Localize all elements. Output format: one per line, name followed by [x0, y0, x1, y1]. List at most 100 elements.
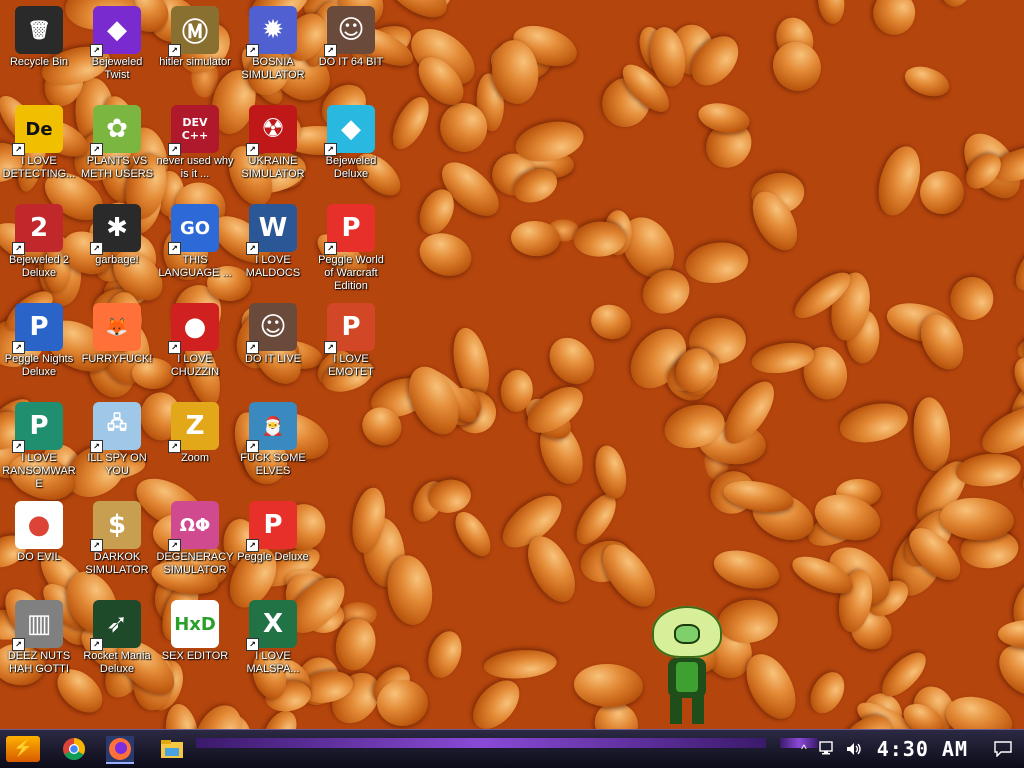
desktop-icon-label: hitler simulator: [159, 56, 231, 68]
wallpaper-bean: [377, 679, 429, 727]
powerpoint-icon: P ↗: [324, 303, 375, 354]
desktop-icon[interactable]: Ⓜ ↗ hitler simulator: [156, 6, 234, 69]
desktop-icon-label: DEGENERACY SIMULATOR: [156, 551, 234, 576]
desktop-icon[interactable]: 🦊 FURRYFUCK!: [78, 303, 156, 366]
taskbar-file-explorer-button[interactable]: [158, 736, 186, 762]
excel-icon: X ↗: [246, 600, 297, 651]
desktop-icon[interactable]: 2 ↗ Bejeweled 2 Deluxe: [0, 204, 78, 280]
fruit-icon: ΩΦ ↗: [168, 501, 219, 552]
shortcut-arrow-icon: ↗: [246, 242, 259, 255]
desktop-icon[interactable]: ΩΦ ↗ DEGENERACY SIMULATOR: [156, 501, 234, 577]
desktop-icon-label: garbage!: [95, 254, 139, 266]
tray-overflow-button[interactable]: ^: [801, 742, 807, 756]
shortcut-arrow-icon: ↗: [90, 440, 103, 453]
clock[interactable]: 4:30 AM: [877, 737, 968, 761]
chuzzle-icon: ● ↗: [168, 303, 219, 354]
word-icon: W ↗: [246, 204, 297, 255]
desktop-icon[interactable]: ✹ ↗ BOSNIA SIMULATOR: [234, 6, 312, 82]
desktop-icon-label: Recycle Bin: [9, 56, 69, 68]
desktop-icon[interactable]: ➶ ↗ Rocket Mania Deluxe: [78, 600, 156, 676]
wallpaper-bean: [909, 395, 954, 474]
desktop-icon[interactable]: $ ↗ DARKOK SIMULATOR: [78, 501, 156, 577]
radiation-icon: ☢ ↗: [246, 105, 297, 156]
shortcut-arrow-icon: ↗: [90, 242, 103, 255]
shortcut-arrow-icon: ↗: [168, 341, 181, 354]
shortcut-arrow-icon: ↗: [90, 143, 103, 156]
desktop-icon[interactable]: ◆ ↗ Bejeweled Deluxe: [312, 105, 390, 181]
desktop-icon-label: I LOVE MALSPA...: [246, 650, 300, 675]
wallpaper-bean: [587, 300, 636, 345]
wallpaper-bean: [482, 647, 558, 682]
desktop-icon[interactable]: ✿ ↗ PLANTS VS METH USERS: [78, 105, 156, 181]
desktop-icon[interactable]: P ↗ Peggle Deluxe: [234, 501, 312, 564]
desktop-icon[interactable]: ☺ ↗ DO IT 64 BIT: [312, 6, 390, 69]
desktop-icon[interactable]: Z ↗ Zoom: [156, 402, 234, 465]
wallpaper-bean: [835, 397, 912, 449]
start-button[interactable]: ⚡: [6, 736, 40, 762]
shortcut-arrow-icon: ↗: [246, 44, 259, 57]
wallpaper-bean: [464, 671, 529, 737]
desktop-icon-label: I LOVE EMOTET: [328, 353, 374, 378]
shortcut-arrow-icon: ↗: [168, 539, 181, 552]
desktop-icon[interactable]: ● DO EVIL: [0, 501, 78, 564]
wallpaper-bean: [1007, 230, 1024, 299]
wallpaper-bean: [573, 662, 645, 709]
desktop-icon[interactable]: ▥ ↗ DEEZ NUTS HAH GOTTI: [0, 600, 78, 676]
network-icon: 🖧 ↗: [90, 402, 141, 453]
desktop-icon-label: I LOVE MALDOCS: [245, 254, 301, 279]
wallpaper-bean: [997, 619, 1024, 648]
desktop-icon[interactable]: P ↗ I LOVE RANSOMWARE: [0, 402, 78, 491]
desktop-icon[interactable]: ☢ ↗ UKRAINE SIMULATOR: [234, 105, 312, 181]
shortcut-arrow-icon: ↗: [324, 44, 337, 57]
desktop-icon[interactable]: HxD SEX EDITOR: [156, 600, 234, 663]
detect-it-easy-icon: De ↗: [12, 105, 63, 156]
desktop-icon-label: I LOVE DETECTING...: [2, 155, 76, 180]
shortcut-arrow-icon: ↗: [12, 638, 25, 651]
notification-icon[interactable]: [994, 741, 1012, 757]
desktop-icon-label: DO IT LIVE: [244, 353, 302, 365]
chrome-icon: [63, 738, 85, 760]
network-icon[interactable]: [819, 741, 837, 757]
desktop-icon-label: FUCK SOME ELVES: [240, 452, 306, 477]
zuma-icon: Z ↗: [168, 402, 219, 453]
wallpaper-bean: [900, 61, 954, 103]
file-explorer-icon: [161, 740, 183, 758]
desktop-icon[interactable]: ☺ ↗ DO IT LIVE: [234, 303, 312, 366]
desktop-icon[interactable]: P ↗ Peggle World of Warcraft Edition: [312, 204, 390, 293]
volume-icon[interactable]: [845, 741, 863, 757]
wallpaper-bean: [871, 141, 928, 220]
desktop-icon[interactable]: 🗑 Recycle Bin: [0, 6, 78, 69]
desktop-icon[interactable]: ✱ ↗ garbage!: [78, 204, 156, 267]
desktop-icon-label: Peggle Deluxe: [237, 551, 309, 563]
desktop-icon[interactable]: X ↗ I LOVE MALSPA...: [234, 600, 312, 676]
taskbar-firefox-button[interactable]: [106, 736, 134, 764]
wallpaper-bean: [509, 219, 561, 258]
wallpaper-bean: [540, 328, 604, 393]
wallpaper-bean: [422, 627, 468, 683]
desktop-icon[interactable]: ◆ ↗ Bejeweled Twist: [78, 6, 156, 82]
desktop-icon-label: Bejeweled Deluxe: [325, 155, 377, 180]
wallpaper-bean: [803, 666, 852, 721]
taskbar-chrome-button[interactable]: [60, 736, 88, 762]
desktop-icon[interactable]: ● ↗ I LOVE CHUZZIN: [156, 303, 234, 379]
desktop-icon[interactable]: P ↗ I LOVE EMOTET: [312, 303, 390, 379]
shortcut-arrow-icon: ↗: [90, 539, 103, 552]
desktop-icon[interactable]: 🎅 ↗ FUCK SOME ELVES: [234, 402, 312, 478]
shortcut-arrow-icon: ↗: [12, 440, 25, 453]
wallpaper-bean: [918, 169, 966, 216]
desktop-icon-label: DARKOK SIMULATOR: [85, 551, 149, 576]
desktop-icon-label: Zoom: [180, 452, 210, 464]
desktop-icon-label: SEX EDITOR: [161, 650, 229, 662]
desktop-icon[interactable]: DEV C++ ↗ never used why is it ...: [156, 105, 234, 181]
desktop-icon[interactable]: 🖧 ↗ ILL SPY ON YOU: [78, 402, 156, 478]
desktop-icon-label: Peggle Nights Deluxe: [4, 353, 74, 378]
desktop-icon-label: Bejeweled Twist: [91, 56, 143, 81]
desktop-icon-label: DO IT 64 BIT: [318, 56, 384, 68]
peggle-nights-icon: P ↗: [12, 303, 63, 354]
desktop-icon[interactable]: P ↗ Peggle Nights Deluxe: [0, 303, 78, 379]
desktop-icon[interactable]: W ↗ I LOVE MALDOCS: [234, 204, 312, 280]
bejeweled-twist-icon: ◆ ↗: [90, 6, 141, 57]
desktop-icon[interactable]: GO ↗ THIS LANGUAGE ...: [156, 204, 234, 280]
desktop-icon[interactable]: De ↗ I LOVE DETECTING...: [0, 105, 78, 181]
bejeweled2-icon: 2 ↗: [12, 204, 63, 255]
